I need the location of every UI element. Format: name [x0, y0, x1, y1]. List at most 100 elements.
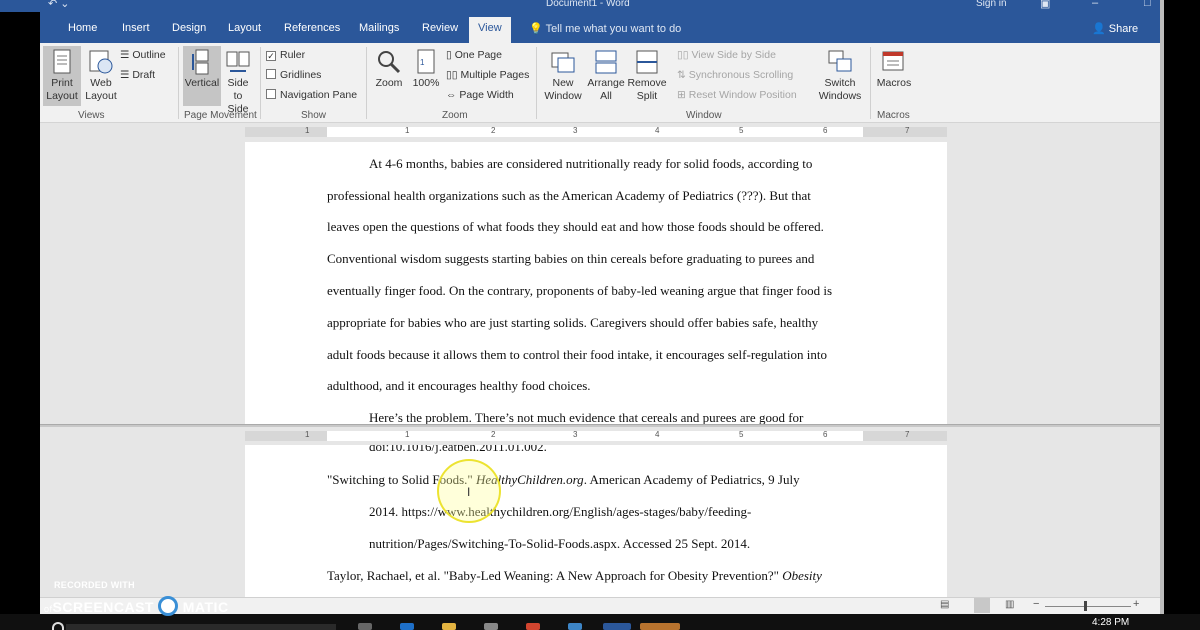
sign-in-link[interactable]: Sign in — [976, 0, 1007, 9]
synchronous-scrolling-label: Synchronous Scrolling — [688, 69, 794, 81]
works-cited-entry: Taylor, Rachael, et al. "Baby-Led Weanin… — [327, 568, 822, 584]
watermark-screencast: SCREENCAST — [52, 599, 154, 615]
navigation-pane-checkbox[interactable]: Navigation Pane — [266, 89, 357, 101]
vertical-scrollbar[interactable] — [1160, 0, 1164, 614]
ruler-number: 4 — [655, 126, 660, 135]
print-layout-label: Print Layout — [46, 77, 78, 102]
synchronous-scrolling-button[interactable]: ⇅ Synchronous Scrolling — [677, 69, 793, 81]
zoom-button[interactable]: Zoom — [372, 49, 406, 90]
web-layout-status-icon[interactable]: ▥ — [1005, 599, 1014, 610]
draft-button[interactable]: ☰ Draft — [120, 69, 155, 81]
side-to-side-button[interactable]: Side to Side — [222, 49, 254, 116]
tab-home[interactable]: Home — [68, 22, 97, 34]
edge-browser-icon[interactable] — [400, 623, 414, 630]
ruler-number: 1 — [405, 126, 410, 135]
person-icon: 👤 — [1092, 23, 1106, 35]
search-icon[interactable] — [52, 622, 64, 630]
tab-mailings[interactable]: Mailings — [359, 22, 399, 34]
outline-button[interactable]: ☰ Outline — [120, 49, 166, 61]
word-taskbar-icon[interactable] — [603, 623, 631, 630]
macros-label: Macros — [876, 77, 912, 89]
read-mode-icon[interactable]: ▤ — [940, 599, 949, 610]
document-page-bottom-pane[interactable]: doi:10.1016/j.eatbeh.2011.01.002. "Switc… — [245, 445, 947, 597]
body-text-line: leaves open the questions of what foods … — [327, 219, 824, 234]
switch-windows-button[interactable]: Switch Windows — [814, 49, 866, 103]
tell-me-search[interactable]: 💡 Tell me what you want to do — [529, 22, 681, 35]
side-to-side-icon — [226, 51, 250, 72]
file-explorer-icon[interactable] — [442, 623, 456, 630]
ruler-number: 7 — [905, 126, 910, 135]
macros-button[interactable]: Macros — [874, 49, 914, 90]
vertical-label: Vertical — [184, 77, 220, 89]
ruler-number: 7 — [905, 430, 910, 439]
remove-split-icon — [636, 50, 658, 74]
reset-window-icon: ⊞ — [677, 89, 686, 101]
zoom-100-button[interactable]: 1 100% — [409, 49, 443, 90]
undo-icon[interactable]: ↶ ⌄ — [48, 0, 70, 10]
citation-container: Obesity — [782, 568, 822, 583]
one-page-icon: ▯ — [446, 49, 452, 61]
remove-split-button[interactable]: Remove Split — [627, 49, 667, 103]
tab-view[interactable]: View — [469, 17, 511, 43]
document-page-top-pane[interactable]: At 4-6 months, babies are considered nut… — [245, 142, 947, 425]
body-text-line: professional health organizations such a… — [327, 188, 811, 203]
print-layout-status-icon[interactable] — [974, 598, 990, 613]
works-cited-entry: "Switching to Solid Foods." HealthyChild… — [327, 472, 800, 488]
task-view-icon[interactable] — [358, 623, 372, 630]
tab-review[interactable]: Review — [422, 22, 458, 34]
body-text-line: eventually finger food. On the contrary,… — [327, 283, 833, 298]
tab-insert[interactable]: Insert — [122, 22, 150, 34]
arrange-all-icon — [595, 50, 617, 74]
taskbar-search-box[interactable] — [66, 624, 336, 630]
new-window-button[interactable]: New Window — [542, 49, 584, 103]
vertical-button[interactable]: Vertical — [183, 46, 221, 106]
separator — [366, 47, 367, 119]
zoom-label: Zoom — [375, 77, 403, 89]
print-layout-button[interactable]: Print Layout — [43, 46, 81, 106]
zoom-slider-thumb[interactable] — [1084, 601, 1087, 611]
maximize-icon[interactable]: □ — [1144, 0, 1151, 9]
zoom-out-button[interactable]: − — [1033, 598, 1039, 610]
views-group-label: Views — [78, 110, 105, 121]
page-width-button[interactable]: ⇔ Page Width — [446, 89, 514, 101]
chrome-icon[interactable] — [526, 623, 540, 630]
checkbox-unchecked-icon — [266, 69, 276, 79]
page-width-icon: ⇔ — [446, 89, 457, 101]
ruler-checkbox[interactable]: ✓ Ruler — [266, 49, 305, 61]
zoom-slider[interactable] — [1045, 606, 1131, 607]
zoom-in-button[interactable]: + — [1133, 598, 1139, 610]
gridlines-checkbox[interactable]: Gridlines — [266, 69, 321, 81]
ruler-number: 1 — [305, 126, 310, 135]
page-width-label: Page Width — [459, 89, 514, 101]
arrange-all-button[interactable]: Arrange All — [585, 49, 627, 103]
tab-layout[interactable]: Layout — [228, 22, 261, 34]
one-page-button[interactable]: ▯ One Page — [446, 49, 502, 61]
ribbon-view: Print Layout Web Layout ☰ Outline ☰ Draf… — [40, 43, 1160, 123]
document-title: Document1 - Word — [546, 0, 630, 9]
screencast-taskbar-icon[interactable] — [640, 623, 680, 630]
view-side-by-side-label: View Side by Side — [691, 49, 776, 61]
minimize-icon[interactable]: – — [1092, 0, 1098, 9]
horizontal-ruler-bottom[interactable]: 1 1 2 3 4 5 6 7 — [245, 430, 947, 441]
tab-design[interactable]: Design — [172, 22, 206, 34]
sync-scroll-icon: ⇅ — [677, 69, 686, 81]
right-edge — [1160, 0, 1200, 630]
window-split-bar[interactable] — [40, 424, 1160, 427]
web-layout-icon — [89, 50, 113, 74]
ribbon-display-options-icon[interactable]: ▣ — [1040, 0, 1050, 10]
show-group-label: Show — [301, 110, 327, 121]
works-cited-entry-line: nutrition/Pages/Switching-To-Solid-Foods… — [369, 536, 751, 551]
share-button[interactable]: 👤 Share — [1092, 22, 1138, 35]
checkbox-checked-icon: ✓ — [266, 51, 276, 61]
store-icon[interactable] — [484, 623, 498, 630]
multiple-pages-button[interactable]: ▯▯ Multiple Pages — [446, 69, 529, 81]
firefox-icon[interactable] — [568, 623, 582, 630]
web-layout-button[interactable]: Web Layout — [82, 49, 120, 103]
horizontal-ruler-top[interactable]: 1 1 2 3 4 5 6 7 — [245, 126, 947, 137]
reset-window-position-button[interactable]: ⊞ Reset Window Position — [677, 89, 797, 101]
arrange-all-label: Arrange All — [587, 77, 625, 102]
view-side-by-side-button[interactable]: ▯▯ View Side by Side — [677, 49, 776, 61]
ruler-number: 4 — [655, 430, 660, 439]
outline-icon: ☰ — [120, 49, 130, 61]
tab-references[interactable]: References — [284, 22, 340, 34]
